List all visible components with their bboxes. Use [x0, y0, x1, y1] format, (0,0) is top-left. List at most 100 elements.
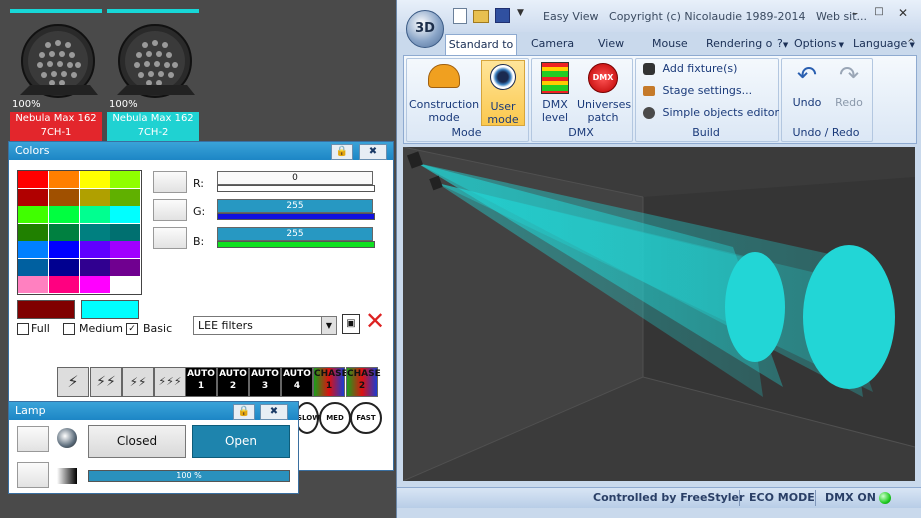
palette-swatch[interactable]	[79, 206, 110, 223]
simple-objects-button[interactable]: Simple objects editor	[643, 106, 779, 122]
ribbon-collapse-icon[interactable]: ^	[907, 38, 915, 49]
palette-swatch[interactable]	[18, 206, 48, 223]
full-checkbox[interactable]	[17, 323, 29, 335]
auto-3-button[interactable]: AUTO 3	[249, 367, 281, 397]
chase-2-button[interactable]: CHASE 2	[346, 367, 381, 397]
b-value[interactable]: 255	[217, 227, 373, 241]
palette-swatch[interactable]	[18, 188, 48, 206]
fixture-2[interactable]: 100% Nebula Max 162 7CH-2	[107, 9, 199, 141]
palette-swatch[interactable]	[79, 188, 110, 206]
lamp-closed-button[interactable]: Closed	[88, 425, 186, 458]
palette-swatch[interactable]	[18, 276, 48, 293]
palette-swatch[interactable]	[79, 223, 110, 241]
save-icon[interactable]: ▣	[342, 314, 360, 334]
palette-swatch[interactable]	[18, 258, 48, 276]
palette-swatch[interactable]	[110, 206, 141, 223]
g-preset-button[interactable]	[153, 199, 187, 221]
save-icon[interactable]	[495, 8, 510, 23]
strobe-button-1[interactable]: ⚡	[57, 367, 89, 397]
palette-swatch[interactable]	[110, 171, 141, 188]
simple-objects-label: Simple objects editor	[662, 106, 780, 119]
filter-select[interactable]: LEE filters ▼	[193, 316, 337, 335]
current-color-dark[interactable]	[17, 300, 75, 319]
universes-patch-button[interactable]: DMX Universes patch	[577, 60, 631, 124]
basic-checkbox[interactable]: ✓	[126, 323, 138, 335]
pin-icon[interactable]: 🔒	[331, 144, 353, 160]
tab-camera[interactable]: Camera	[531, 34, 574, 54]
palette-swatch[interactable]	[48, 241, 79, 258]
auto-4-button[interactable]: AUTO 4	[281, 367, 313, 397]
new-file-icon[interactable]	[453, 8, 467, 24]
stage-settings-button[interactable]: Stage settings...	[643, 84, 752, 100]
open-folder-icon[interactable]	[473, 10, 489, 23]
palette-swatch[interactable]	[79, 276, 110, 293]
r-slider[interactable]	[217, 185, 375, 192]
dimmer-slider[interactable]: 100 %	[88, 470, 290, 482]
dmx-level-button[interactable]: DMX level	[533, 60, 577, 124]
current-color-light[interactable]	[81, 300, 139, 319]
tab-view[interactable]: View	[598, 34, 624, 54]
tab-rendering[interactable]: Rendering o	[706, 34, 772, 54]
palette-swatch[interactable]	[48, 171, 79, 188]
chase-1-button[interactable]: CHASE 1	[313, 367, 348, 397]
palette-swatch[interactable]	[18, 223, 48, 241]
mode-group-label: Mode	[451, 126, 482, 139]
r-value[interactable]: 0	[217, 171, 373, 185]
pin-icon[interactable]: 🔒	[233, 404, 255, 420]
close-icon[interactable]: ✖	[359, 144, 387, 160]
auto-2-button[interactable]: AUTO 2	[217, 367, 249, 397]
redo-button[interactable]: ↷ Redo	[829, 60, 869, 124]
tab-standard[interactable]: Standard to	[445, 34, 517, 55]
strobe-button-4[interactable]: ⚡⚡⚡	[154, 367, 186, 397]
palette-swatch[interactable]	[79, 171, 110, 188]
b-preset-button[interactable]	[153, 227, 187, 249]
strobe-button-2[interactable]: ⚡⚡	[90, 367, 122, 397]
help-menu[interactable]: ?▼	[777, 34, 788, 54]
speed-fast-button[interactable]: FAST	[350, 402, 382, 434]
fixture-1[interactable]: 100% Nebula Max 162 7CH-1	[10, 9, 102, 141]
language-menu[interactable]: Language ▼	[853, 34, 915, 54]
palette-swatch[interactable]	[18, 241, 48, 258]
user-mode-button[interactable]: User mode	[481, 60, 525, 126]
lamp-open-button[interactable]: Open	[192, 425, 290, 458]
delete-icon[interactable]: ✕	[365, 309, 385, 333]
medium-checkbox[interactable]	[63, 323, 75, 335]
palette-swatch[interactable]	[48, 276, 79, 293]
palette-swatch[interactable]	[48, 258, 79, 276]
stage-viewport[interactable]	[403, 147, 915, 481]
g-slider[interactable]	[217, 213, 375, 220]
palette-swatch[interactable]	[79, 241, 110, 258]
b-slider[interactable]	[217, 241, 375, 248]
palette-swatch[interactable]	[18, 171, 48, 188]
palette-swatch[interactable]	[110, 188, 141, 206]
minimize-button[interactable]: –	[845, 6, 865, 22]
tab-mouse[interactable]: Mouse	[652, 34, 688, 54]
lamp-preset-button-1[interactable]	[17, 426, 49, 452]
palette-swatch[interactable]	[110, 276, 141, 293]
options-menu[interactable]: Options ▼	[794, 34, 844, 54]
palette-swatch[interactable]	[79, 258, 110, 276]
speed-med-button[interactable]: MED	[319, 402, 351, 434]
app-logo-button[interactable]: 3D	[406, 10, 444, 48]
close-icon[interactable]: ✖	[260, 404, 288, 420]
auto-1-button[interactable]: AUTO 1	[185, 367, 217, 397]
close-button[interactable]: ✕	[893, 6, 913, 22]
fixture-1-intensity: 100%	[12, 99, 41, 110]
quick-access-chevron-icon[interactable]: ▼	[517, 8, 524, 18]
palette-swatch[interactable]	[110, 223, 141, 241]
undo-button[interactable]: ↶ Undo	[787, 60, 827, 124]
construction-mode-button[interactable]: Construction mode	[409, 60, 479, 124]
add-fixture-button[interactable]: Add fixture(s)	[643, 62, 737, 78]
g-value[interactable]: 255	[217, 199, 373, 213]
lamp-preset-button-2[interactable]	[17, 462, 49, 488]
palette-swatch[interactable]	[48, 206, 79, 223]
palette-swatch[interactable]	[48, 223, 79, 241]
palette-swatch[interactable]	[110, 241, 141, 258]
strobe-button-3[interactable]: ⚡⚡	[122, 367, 154, 397]
r-preset-button[interactable]	[153, 171, 187, 193]
undo-icon: ↶	[796, 61, 818, 89]
maximize-button[interactable]: □	[869, 6, 889, 22]
palette-swatch[interactable]	[48, 188, 79, 206]
par-can-icon	[117, 24, 195, 98]
palette-swatch[interactable]	[110, 258, 141, 276]
